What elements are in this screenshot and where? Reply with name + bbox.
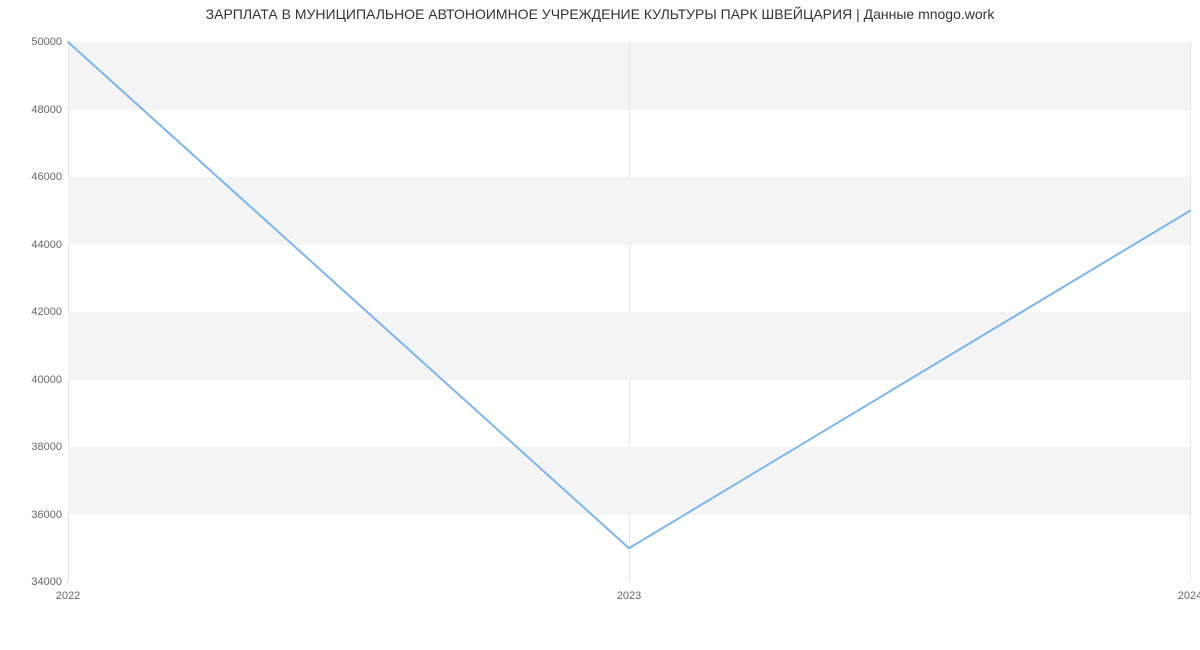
data-line <box>68 42 1190 548</box>
y-tick-label: 50000 <box>6 36 62 48</box>
x-tick-label: 2022 <box>56 590 80 602</box>
y-tick-label: 46000 <box>6 171 62 183</box>
line-series <box>68 42 1190 582</box>
x-tick-label: 2023 <box>617 590 641 602</box>
y-tick-label: 36000 <box>6 509 62 521</box>
chart-title: ЗАРПЛАТА В МУНИЦИПАЛЬНОЕ АВТОНОИМНОЕ УЧР… <box>0 6 1200 22</box>
y-tick-label: 48000 <box>6 104 62 116</box>
y-tick-label: 40000 <box>6 374 62 386</box>
plot-area <box>68 42 1190 582</box>
y-tick-label: 34000 <box>6 576 62 588</box>
x-gridline <box>1190 42 1191 582</box>
y-tick-label: 44000 <box>6 239 62 251</box>
chart-container: ЗАРПЛАТА В МУНИЦИПАЛЬНОЕ АВТОНОИМНОЕ УЧР… <box>0 0 1200 650</box>
y-tick-label: 38000 <box>6 441 62 453</box>
y-tick-label: 42000 <box>6 306 62 318</box>
x-tick-label: 2024 <box>1178 590 1200 602</box>
